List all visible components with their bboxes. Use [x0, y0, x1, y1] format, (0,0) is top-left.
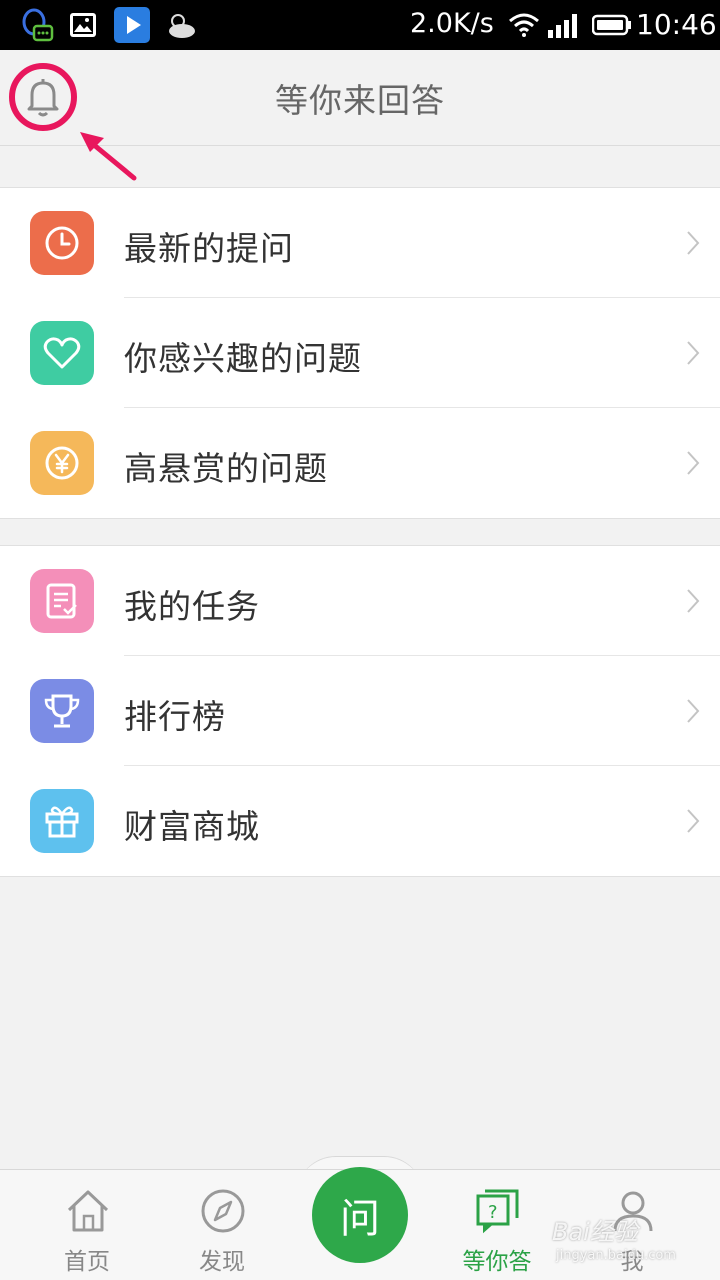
wifi-icon [509, 13, 539, 37]
nav-discover-label: 发现 [199, 1249, 245, 1275]
list-item-label: 我的任务 [124, 587, 260, 626]
heart-icon [30, 321, 94, 385]
compass-icon [201, 1189, 245, 1233]
battery-icon [592, 14, 631, 36]
gift-icon [30, 789, 94, 853]
clock: 10:46 [636, 8, 717, 41]
nav-home[interactable]: 首页 [22, 1170, 152, 1280]
annotation-arrow-icon [80, 132, 137, 181]
weather-icon [169, 14, 195, 38]
question-list: 最新的提问 你感兴趣的问题 高悬赏的问题 [0, 187, 720, 519]
chevron-right-icon [687, 451, 700, 475]
video-player-icon [114, 7, 150, 43]
answer-icon: ? [476, 1189, 519, 1234]
ask-button[interactable]: 问 [312, 1167, 408, 1263]
nav-answer-label: 等你答 [462, 1249, 532, 1275]
svg-text:?: ? [488, 1202, 498, 1223]
qq-notification-icon [22, 8, 54, 42]
chevron-right-icon [687, 589, 700, 613]
clock-icon [30, 211, 94, 275]
nav-discover[interactable]: 发现 [157, 1170, 287, 1280]
list-item-latest-questions[interactable]: 最新的提问 [0, 188, 720, 298]
list-item-my-tasks[interactable]: 我的任务 [0, 546, 720, 656]
feature-list: 我的任务 排行榜 财富商城 [0, 545, 720, 877]
task-icon [30, 569, 94, 633]
network-speed: 2.0K/s [410, 8, 494, 39]
nav-home-label: 首页 [64, 1249, 110, 1275]
gallery-icon [70, 13, 96, 37]
ask-button-label: 问 [340, 1196, 380, 1242]
nav-answer[interactable]: ? 等你答 [432, 1170, 562, 1280]
watermark: Bai经验 [552, 1218, 638, 1246]
chevron-right-icon [687, 809, 700, 833]
watermark-url: jingyan.baidu.com [556, 1248, 676, 1263]
list-item-high-reward-questions[interactable]: 高悬赏的问题 [0, 408, 720, 518]
list-item-leaderboard[interactable]: 排行榜 [0, 656, 720, 766]
list-item-label: 最新的提问 [124, 229, 294, 268]
list-item-label: 排行榜 [124, 697, 226, 736]
status-bar: 2.0K/s 10:46 [0, 0, 720, 50]
list-item-label: 高悬赏的问题 [124, 449, 328, 488]
page-title: 等你来回答 [275, 81, 445, 120]
list-item-label: 财富商城 [124, 807, 260, 846]
chevron-right-icon [687, 341, 700, 365]
list-item-wealth-mall[interactable]: 财富商城 [0, 766, 720, 876]
chevron-right-icon [687, 699, 700, 723]
signal-icon [548, 14, 577, 38]
home-icon [67, 1190, 109, 1232]
list-item-label: 你感兴趣的问题 [124, 339, 362, 378]
list-item-interested-questions[interactable]: 你感兴趣的问题 [0, 298, 720, 408]
trophy-icon [30, 679, 94, 743]
yen-icon [30, 431, 94, 495]
chevron-right-icon [687, 231, 700, 255]
